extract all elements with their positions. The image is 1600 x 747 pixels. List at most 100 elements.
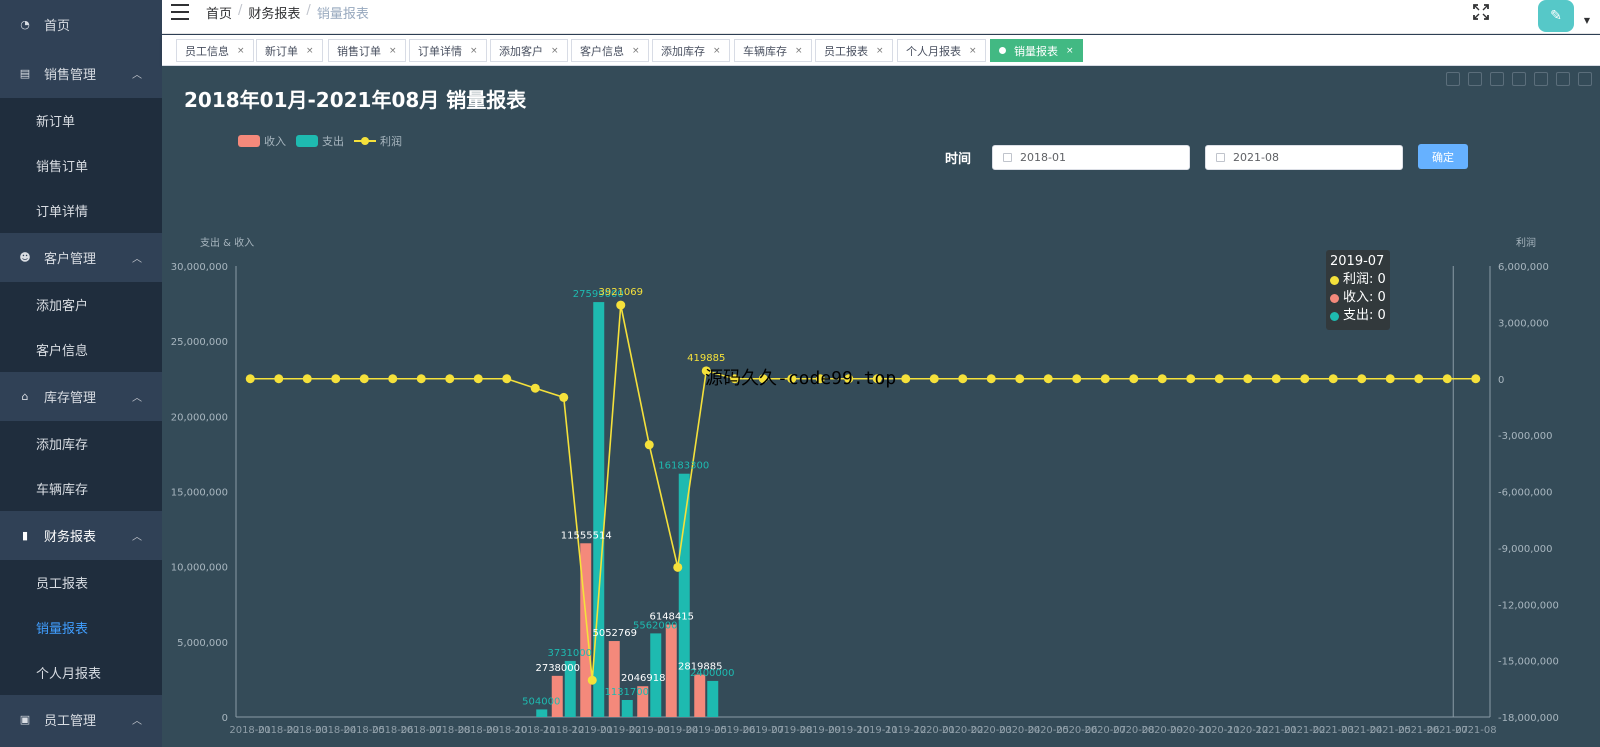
tag-add-customer[interactable]: 添加客户 × — [490, 39, 568, 62]
legend-label: 支出 — [322, 134, 344, 148]
profit-point — [587, 675, 597, 685]
legend-swatch — [238, 135, 260, 147]
close-icon[interactable]: × — [237, 46, 245, 56]
tag-label: 个人月报表 — [906, 44, 961, 58]
sidebar-item-personal-monthly-report[interactable]: 个人月报表 — [0, 650, 162, 695]
close-icon[interactable]: × — [389, 46, 397, 56]
tag-customer-info[interactable]: 客户信息 × — [571, 39, 649, 62]
bar-expense — [621, 699, 633, 717]
tag-sales-order[interactable]: 销售订单 × — [328, 39, 406, 62]
menu-group-finance[interactable]: ▮ 财务报表 ︿ — [0, 511, 162, 560]
close-icon[interactable]: × — [713, 46, 721, 56]
sidebar-item-add-customer[interactable]: 添加客户 — [0, 282, 162, 327]
sidebar-item-customer-info[interactable]: 客户信息 — [0, 327, 162, 372]
menu-group-label: 员工管理 — [44, 714, 97, 729]
y-tick-label-right: 6,000,000 — [1498, 262, 1549, 273]
tag-vehicle-inventory[interactable]: 车辆库存 × — [734, 39, 812, 62]
y-tick-label-left: 10,000,000 — [171, 563, 228, 574]
bar-income — [608, 641, 620, 717]
close-icon[interactable]: × — [632, 46, 640, 56]
profit-point — [302, 374, 312, 384]
profit-point — [1357, 374, 1367, 384]
sidebar-item-vehicle-inventory[interactable]: 车辆库存 — [0, 466, 162, 511]
y-axis-title-right: 利润 — [1516, 236, 1536, 249]
tag-add-inventory[interactable]: 添加库存 × — [652, 39, 730, 62]
close-icon[interactable]: × — [470, 46, 478, 56]
menu-group-inventory[interactable]: ⌂ 库存管理 ︿ — [0, 372, 162, 421]
line-chart-icon[interactable] — [1468, 72, 1482, 86]
breadcrumb-home[interactable]: 首页 — [206, 3, 232, 22]
restore-icon[interactable] — [1556, 72, 1570, 86]
download-icon[interactable] — [1578, 72, 1592, 86]
avatar[interactable]: ✎ — [1538, 0, 1574, 32]
chevron-up-icon: ︿ — [132, 254, 142, 265]
chevron-up-icon: ︿ — [132, 716, 142, 727]
legend-dot-icon — [1330, 275, 1339, 285]
bar-data-label: 2046918 — [621, 673, 666, 684]
legend-dot-icon — [1330, 293, 1339, 303]
data-view-icon[interactable] — [1446, 72, 1460, 86]
bar-data-label: 504000 — [522, 696, 560, 707]
y-tick-label-right: -3,000,000 — [1498, 431, 1553, 442]
tag-sales-report[interactable]: 销量报表 × — [990, 39, 1083, 62]
close-icon[interactable]: × — [1066, 46, 1074, 56]
menu-group-label: 销售管理 — [44, 68, 97, 83]
tooltip-row: 收入: 0 — [1330, 289, 1386, 307]
menu-group-customers[interactable]: ☻ 客户管理 ︿ — [0, 233, 162, 282]
sidebar-item-new-order[interactable]: 新订单 — [0, 98, 162, 143]
tag-label: 车辆库存 — [743, 44, 787, 58]
bar-expense — [678, 473, 690, 717]
stack-icon[interactable] — [1512, 72, 1526, 86]
profit-point — [445, 374, 455, 384]
close-icon[interactable]: × — [795, 46, 803, 56]
tiled-icon[interactable] — [1534, 72, 1548, 86]
tag-label: 员工信息 — [185, 44, 229, 58]
profit-point — [331, 374, 341, 384]
profit-point — [1129, 374, 1139, 384]
bar-data-label: 2400000 — [690, 668, 735, 679]
dashboard-icon: ◔ — [20, 18, 30, 31]
fullscreen-icon[interactable] — [1472, 3, 1490, 21]
sidebar-item-add-inventory[interactable]: 添加库存 — [0, 421, 162, 466]
hamburger-icon[interactable] — [171, 4, 191, 22]
tag-personal-monthly-report[interactable]: 个人月报表 × — [897, 39, 986, 62]
profit-point — [644, 440, 654, 450]
legend-label: 利润 — [380, 134, 402, 148]
watermark-text: 源码久久-code99.top — [705, 368, 897, 389]
menu-group-sales[interactable]: ▤ 销售管理 ︿ — [0, 49, 162, 98]
menu-group-employees[interactable]: ▣ 员工管理 ︿ — [0, 695, 162, 744]
y-tick-label-left: 25,000,000 — [171, 337, 228, 348]
bar-data-label: 6148415 — [649, 612, 694, 623]
sidebar-item-sales-report[interactable]: 销量报表 — [0, 605, 162, 650]
sidebar-item-sales-order[interactable]: 销售订单 — [0, 143, 162, 188]
tag-order-detail[interactable]: 订单详情 × — [409, 39, 487, 62]
main-content: 2018年01月-2021年08月 销量报表 时间 2018-01 2021-0… — [162, 66, 1600, 747]
profit-point — [530, 383, 540, 393]
caret-down-icon[interactable]: ▼ — [1584, 16, 1590, 25]
y-tick-label-right: -6,000,000 — [1498, 488, 1553, 499]
close-icon[interactable]: × — [876, 46, 884, 56]
close-icon[interactable]: × — [551, 46, 559, 56]
submenu-inventory: 添加库存 车辆库存 — [0, 421, 162, 511]
profit-point — [1100, 374, 1110, 384]
tag-label: 添加客户 — [499, 44, 543, 58]
chevron-up-icon: ︿ — [132, 532, 142, 543]
tag-employee-info[interactable]: 员工信息 × — [176, 39, 254, 62]
close-icon[interactable]: × — [306, 46, 314, 56]
profit-point — [359, 374, 369, 384]
submenu-sales: 新订单 销售订单 订单详情 — [0, 98, 162, 233]
badge-icon: ▣ — [19, 713, 31, 726]
tooltip-row: 支出: 0 — [1330, 307, 1386, 325]
menu-item-home[interactable]: ◔ 首页 — [0, 0, 162, 49]
breadcrumb-finance[interactable]: 财务报表 — [248, 3, 300, 22]
sidebar-item-employee-report[interactable]: 员工报表 — [0, 560, 162, 605]
tag-employee-report[interactable]: 员工报表 × — [815, 39, 893, 62]
profit-point — [901, 374, 911, 384]
legend-swatch — [296, 135, 318, 147]
sidebar-item-order-detail[interactable]: 订单详情 — [0, 188, 162, 233]
line-data-label: 3921069 — [598, 287, 643, 298]
bar-chart-icon[interactable] — [1490, 72, 1504, 86]
tag-new-order[interactable]: 新订单 × — [256, 39, 323, 62]
close-icon[interactable]: × — [969, 46, 977, 56]
bar-data-label: 5052769 — [592, 628, 637, 639]
